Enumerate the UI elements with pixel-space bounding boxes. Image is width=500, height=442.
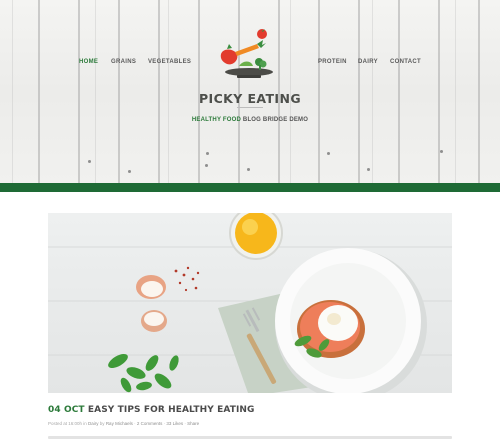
nav-home[interactable]: HOME bbox=[79, 59, 98, 65]
meta-author-link[interactable]: Ray Michaels bbox=[106, 421, 133, 426]
tagline-text: BLOG BRIDGE DEMO bbox=[241, 117, 309, 123]
post-title[interactable]: 04 OCT EASY TIPS FOR HEALTHY EATING bbox=[48, 405, 255, 415]
post-title-text[interactable]: EASY TIPS FOR HEALTHY EATING bbox=[88, 405, 255, 415]
wood-knot bbox=[247, 168, 250, 171]
wood-knot bbox=[327, 152, 330, 155]
meta-likes-link[interactable]: 33 Likes bbox=[166, 421, 183, 426]
wood-knot bbox=[367, 168, 370, 171]
meta-posted: Posted at 16:00h in bbox=[48, 421, 89, 426]
wood-knot bbox=[128, 170, 131, 173]
post-date: 04 OCT bbox=[48, 405, 85, 415]
wood-knot bbox=[440, 150, 443, 153]
excerpt-text-line bbox=[48, 436, 452, 439]
title-divider bbox=[237, 107, 263, 108]
nav-vegetables[interactable]: VEGETABLES bbox=[148, 59, 191, 65]
nav-protein[interactable]: PROTEIN bbox=[318, 59, 347, 65]
header-accent-bar bbox=[0, 183, 500, 192]
meta-by: by bbox=[98, 421, 106, 426]
post-meta: Posted at 16:00h in Dairy by Ray Michael… bbox=[48, 421, 199, 426]
meta-share-link[interactable]: Share bbox=[187, 421, 199, 426]
post-featured-image[interactable] bbox=[48, 213, 452, 393]
meta-category-link[interactable]: Dairy bbox=[88, 421, 99, 426]
site-tagline: HEALTHY FOOD BLOG BRIDGE DEMO bbox=[0, 117, 500, 123]
meta-comments-link[interactable]: 2 Comments bbox=[137, 421, 163, 426]
nav-grains[interactable]: GRAINS bbox=[111, 59, 136, 65]
nav-dairy[interactable]: DAIRY bbox=[358, 59, 378, 65]
tagline-highlight: HEALTHY FOOD bbox=[191, 117, 242, 123]
nav-contact[interactable]: CONTACT bbox=[390, 59, 421, 65]
wood-knot bbox=[88, 160, 91, 163]
wood-knot bbox=[206, 152, 209, 155]
site-title[interactable]: PICKY EATING bbox=[0, 91, 500, 106]
breakfast-photo bbox=[48, 213, 452, 393]
logo-icon[interactable] bbox=[213, 26, 273, 86]
wood-knot bbox=[205, 164, 208, 167]
header: HOME GRAINS VEGETABLES PROTEIN DAIRY CON… bbox=[0, 0, 500, 183]
